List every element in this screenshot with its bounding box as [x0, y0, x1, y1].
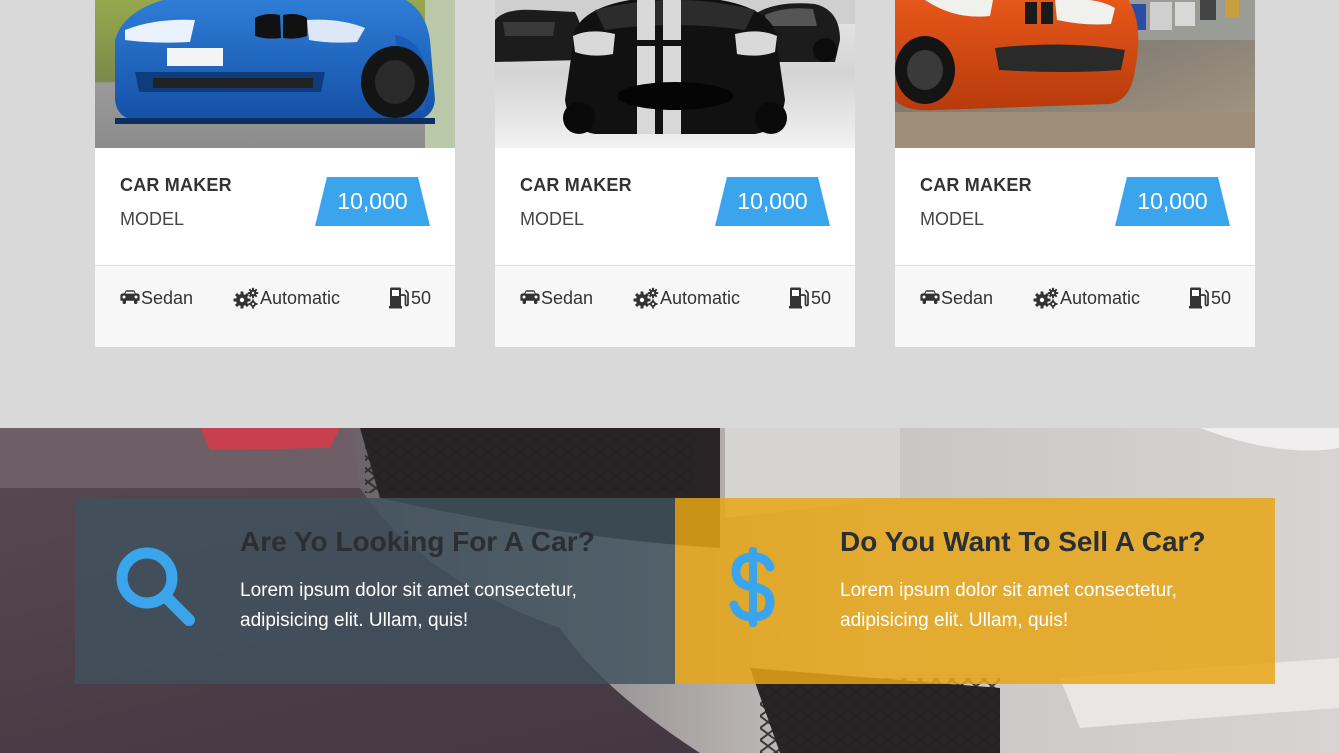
car-listing-card[interactable]: CAR MAKER MODEL 10,000 Sedan Automatic 5… — [895, 0, 1255, 347]
fuel-feature: 50 — [1188, 286, 1231, 310]
body-type-label: Sedan — [941, 287, 994, 308]
car-model: MODEL — [120, 209, 185, 229]
car-photo[interactable] — [495, 0, 855, 148]
transmission-feature: Automatic — [633, 286, 740, 310]
car-listings-section: CAR MAKER MODEL 10,000 Sedan Automatic 5… — [0, 0, 1339, 428]
cogs-icon — [633, 287, 659, 309]
sell-car-panel[interactable]: Do You Want To Sell A Car? Lorem ipsum d… — [675, 498, 1275, 684]
body-type-label: Sedan — [141, 287, 194, 308]
car-icon — [120, 290, 140, 306]
buy-car-title: Are Yo Looking For A Car? — [240, 526, 595, 557]
car-maker[interactable]: CAR MAKER — [120, 175, 232, 196]
fuel-label: 50 — [811, 287, 832, 308]
cogs-icon — [1033, 287, 1059, 309]
transmission-label: Automatic — [660, 287, 741, 308]
buy-car-panel[interactable]: Are Yo Looking For A Car? Lorem ipsum do… — [75, 498, 675, 684]
car-icon — [520, 290, 540, 306]
transmission-label: Automatic — [1060, 287, 1141, 308]
gas-pump-icon — [788, 287, 810, 309]
card-info: CAR MAKER MODEL 10,000 — [495, 148, 855, 266]
fuel-label: 50 — [1211, 287, 1232, 308]
cogs-icon — [233, 287, 259, 309]
transmission-feature: Automatic — [233, 286, 340, 310]
buy-sell-promo-section: Are Yo Looking For A Car? Lorem ipsum do… — [0, 428, 1339, 753]
gas-pump-icon — [388, 287, 410, 309]
price-tag: 10,000 — [315, 177, 430, 226]
car-maker[interactable]: CAR MAKER — [520, 175, 632, 196]
search-icon — [116, 547, 195, 626]
price-tag: 10,000 — [715, 177, 830, 226]
card-features: Sedan Automatic 50 — [495, 267, 855, 347]
card-info: CAR MAKER MODEL 10,000 — [95, 148, 455, 266]
fuel-label: 50 — [411, 287, 432, 308]
car-icon — [920, 290, 940, 306]
gas-pump-icon — [1188, 287, 1210, 309]
card-features: Sedan Automatic 50 — [95, 267, 455, 347]
price-value: 10,000 — [337, 188, 408, 214]
sell-car-title: Do You Want To Sell A Car? — [840, 526, 1206, 557]
card-features: Sedan Automatic 50 — [895, 267, 1255, 347]
price-value: 10,000 — [737, 188, 808, 214]
body-type-label: Sedan — [541, 287, 594, 308]
car-photo[interactable] — [95, 0, 455, 148]
price-tag: 10,000 — [1115, 177, 1230, 226]
dollar-icon — [729, 547, 775, 627]
car-maker[interactable]: CAR MAKER — [920, 175, 1032, 196]
price-value: 10,000 — [1137, 188, 1208, 214]
fuel-feature: 50 — [788, 286, 831, 310]
body-type-feature: Sedan — [120, 286, 193, 310]
sell-car-text: Lorem ipsum dolor sit amet consectetur, … — [840, 580, 1177, 631]
body-type-feature: Sedan — [520, 286, 593, 310]
car-listing-card[interactable]: CAR MAKER MODEL 10,000 Sedan Automatic 5… — [95, 0, 455, 347]
transmission-label: Automatic — [260, 287, 341, 308]
car-photo[interactable] — [895, 0, 1255, 148]
fuel-feature: 50 — [388, 286, 431, 310]
car-listing-card[interactable]: CAR MAKER MODEL 10,000 Sedan Automatic 5… — [495, 0, 855, 347]
car-model: MODEL — [920, 209, 985, 229]
car-model: MODEL — [520, 209, 585, 229]
transmission-feature: Automatic — [1033, 286, 1140, 310]
body-type-feature: Sedan — [920, 286, 993, 310]
buy-car-text: Lorem ipsum dolor sit amet consectetur, … — [240, 580, 577, 631]
card-info: CAR MAKER MODEL 10,000 — [895, 148, 1255, 266]
